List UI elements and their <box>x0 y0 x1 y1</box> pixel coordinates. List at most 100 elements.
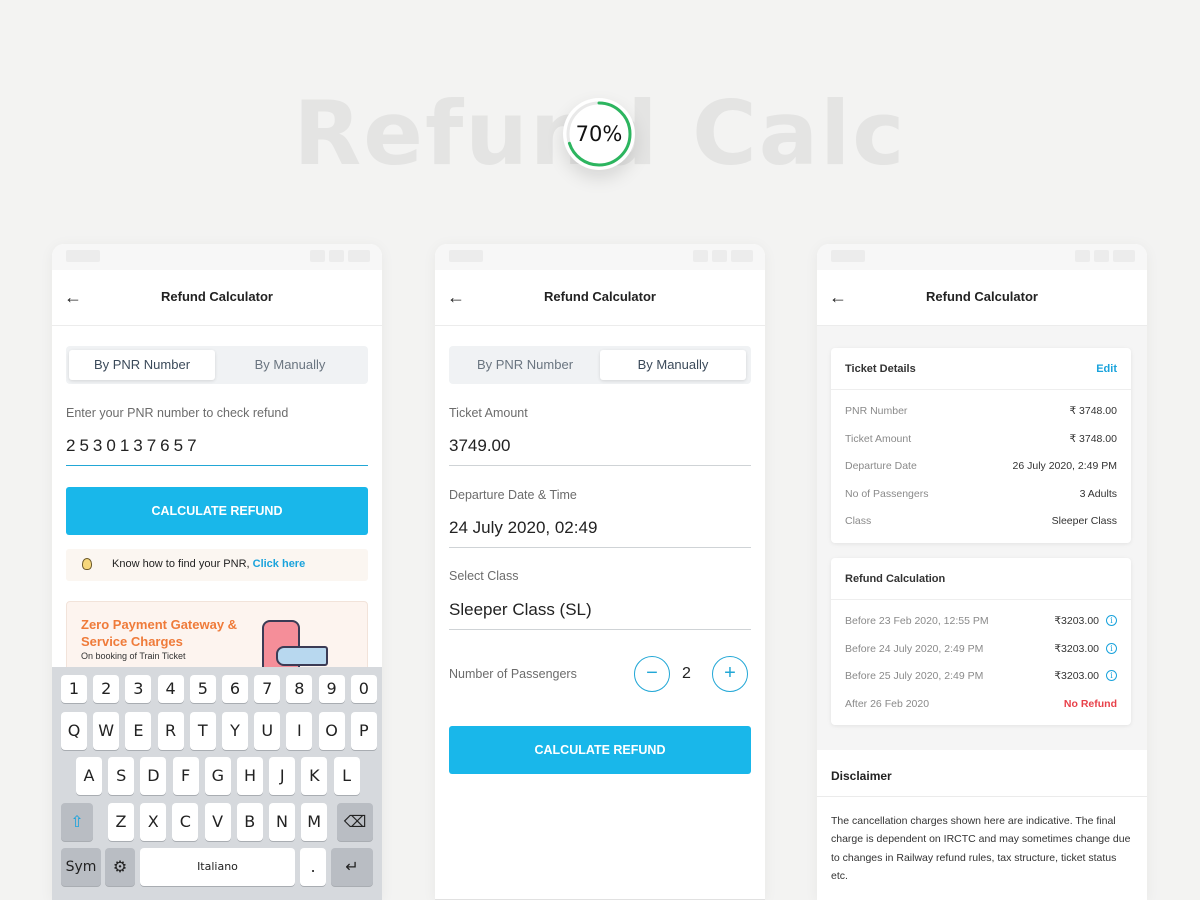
departure-label: Departure Date & Time <box>449 488 577 502</box>
key-z[interactable]: Z <box>108 803 134 841</box>
period-key[interactable]: . <box>300 848 326 886</box>
space-key[interactable]: Italiano <box>140 848 295 886</box>
ticket-amount-input[interactable]: 3749.00 <box>449 436 751 466</box>
refund-calculation-card: Refund Calculation Before 23 Feb 2020, 1… <box>831 558 1131 725</box>
key-u[interactable]: U <box>254 712 281 750</box>
key-h[interactable]: H <box>237 757 263 795</box>
detail-value: ₹ 3748.00 <box>1069 405 1117 417</box>
detail-value: ₹ 3748.00 <box>1069 433 1117 445</box>
app-bar: ← Refund Calculator <box>435 270 765 326</box>
key-3[interactable]: 3 <box>125 675 152 703</box>
decrement-minus-icon[interactable]: − <box>634 656 670 692</box>
refund-label: Before 24 July 2020, 2:49 PM <box>845 643 984 655</box>
key-2[interactable]: 2 <box>93 675 120 703</box>
detail-row: No of Passengers 3 Adults <box>845 488 1117 502</box>
increment-plus-icon[interactable]: + <box>712 656 748 692</box>
settings-gear-icon[interactable]: ⚙ <box>105 848 135 886</box>
key-f[interactable]: F <box>172 757 199 795</box>
refund-row: Before 24 July 2020, 2:49 PM ₹3203.00 i <box>845 643 1117 657</box>
detail-label: PNR Number <box>845 405 908 417</box>
wifi-icon <box>329 250 344 262</box>
refund-row: Before 25 July 2020, 2:49 PM ₹3203.00 i <box>845 670 1117 684</box>
key-o[interactable]: O <box>318 712 345 750</box>
key-v[interactable]: V <box>204 803 231 841</box>
key-w[interactable]: W <box>93 712 120 750</box>
key-m[interactable]: M <box>301 803 328 841</box>
passenger-count: 2 <box>682 665 691 682</box>
key-5[interactable]: 5 <box>189 675 216 703</box>
detail-label: Class <box>845 515 872 527</box>
key-l[interactable]: L <box>333 757 360 795</box>
promo-subtitle: On booking of Train Ticket <box>81 651 186 661</box>
detail-label: Departure Date <box>845 460 917 472</box>
key-8[interactable]: 8 <box>286 675 313 703</box>
detail-value: Sleeper Class <box>1051 515 1117 527</box>
key-7[interactable]: 7 <box>254 675 281 703</box>
key-s[interactable]: S <box>108 757 135 795</box>
disclaimer-section: Disclaimer The cancellation charges show… <box>817 750 1147 900</box>
backspace-key-icon[interactable]: ⌫ <box>337 803 373 841</box>
info-icon[interactable]: i <box>1106 670 1117 681</box>
signal-icon <box>310 250 325 262</box>
key-c[interactable]: C <box>172 803 199 841</box>
divider <box>817 796 1147 797</box>
signal-icon <box>693 250 708 262</box>
enter-key-icon[interactable]: ↵ <box>331 848 373 886</box>
detail-label: No of Passengers <box>845 488 929 500</box>
departure-input[interactable]: 24 July 2020, 02:49 <box>449 518 751 548</box>
pnr-hint: Enter your PNR number to check refund <box>66 406 289 420</box>
progress-badge: 70% <box>563 98 635 170</box>
tab-by-manually[interactable]: By Manually <box>217 350 363 380</box>
ticket-details-card: Ticket Details Edit PNR Number ₹ 3748.00 … <box>831 348 1131 543</box>
key-1[interactable]: 1 <box>61 675 87 703</box>
key-k[interactable]: K <box>301 757 328 795</box>
key-p[interactable]: P <box>350 712 377 750</box>
key-4[interactable]: 4 <box>157 675 184 703</box>
status-time-placeholder <box>66 250 100 262</box>
info-icon[interactable]: i <box>1106 643 1117 654</box>
calculate-refund-button[interactable]: CALCULATE REFUND <box>449 726 751 774</box>
key-0[interactable]: 0 <box>350 675 377 703</box>
tab-by-manually[interactable]: By Manually <box>600 350 746 380</box>
passengers-label: Number of Passengers <box>449 667 577 681</box>
key-n[interactable]: N <box>269 803 295 841</box>
key-6[interactable]: 6 <box>222 675 248 703</box>
edit-link[interactable]: Edit <box>1096 363 1117 375</box>
signal-icon <box>1075 250 1090 262</box>
phone-pnr-screen: ← Refund Calculator By PNR Number By Man… <box>52 244 382 900</box>
key-g[interactable]: G <box>204 757 231 795</box>
key-b[interactable]: B <box>236 803 263 841</box>
key-e[interactable]: E <box>125 712 152 750</box>
sym-key[interactable]: Sym <box>61 848 101 886</box>
key-q[interactable]: Q <box>61 712 87 750</box>
pnr-input[interactable]: 2530137657 <box>66 436 368 466</box>
battery-icon <box>348 250 370 262</box>
refund-label: After 26 Feb 2020 <box>845 698 930 710</box>
class-select[interactable]: Sleeper Class (SL) <box>449 600 751 630</box>
key-x[interactable]: X <box>140 803 167 841</box>
key-r[interactable]: R <box>157 712 184 750</box>
phone-result-screen: ← Refund Calculator Ticket Details Edit … <box>817 244 1147 900</box>
key-d[interactable]: D <box>140 757 167 795</box>
calculate-refund-button[interactable]: CALCULATE REFUND <box>66 487 368 535</box>
mode-toggle: By PNR Number By Manually <box>449 346 751 384</box>
key-a[interactable]: A <box>76 757 102 795</box>
page-title: Refund Calculator <box>161 289 273 304</box>
key-9[interactable]: 9 <box>318 675 345 703</box>
click-here-link[interactable]: Click here <box>253 558 306 570</box>
refund-row: Before 23 Feb 2020, 12:55 PM ₹3203.00 i <box>845 615 1117 629</box>
disclaimer-text: The cancellation charges shown here are … <box>831 815 1131 882</box>
status-bar <box>817 244 1147 270</box>
status-time-placeholder <box>449 250 483 262</box>
key-j[interactable]: J <box>269 757 296 795</box>
info-icon[interactable]: i <box>1106 615 1117 626</box>
key-y[interactable]: Y <box>222 712 248 750</box>
battery-icon <box>1113 250 1135 262</box>
key-t[interactable]: T <box>189 712 216 750</box>
phone-manual-screen: ← Refund Calculator By PNR Number By Man… <box>435 244 765 900</box>
tab-by-pnr[interactable]: By PNR Number <box>452 350 598 380</box>
disclaimer-title: Disclaimer <box>831 769 892 783</box>
tab-by-pnr[interactable]: By PNR Number <box>69 350 215 380</box>
shift-key-icon[interactable]: ⇧ <box>61 803 93 841</box>
key-i[interactable]: I <box>286 712 313 750</box>
